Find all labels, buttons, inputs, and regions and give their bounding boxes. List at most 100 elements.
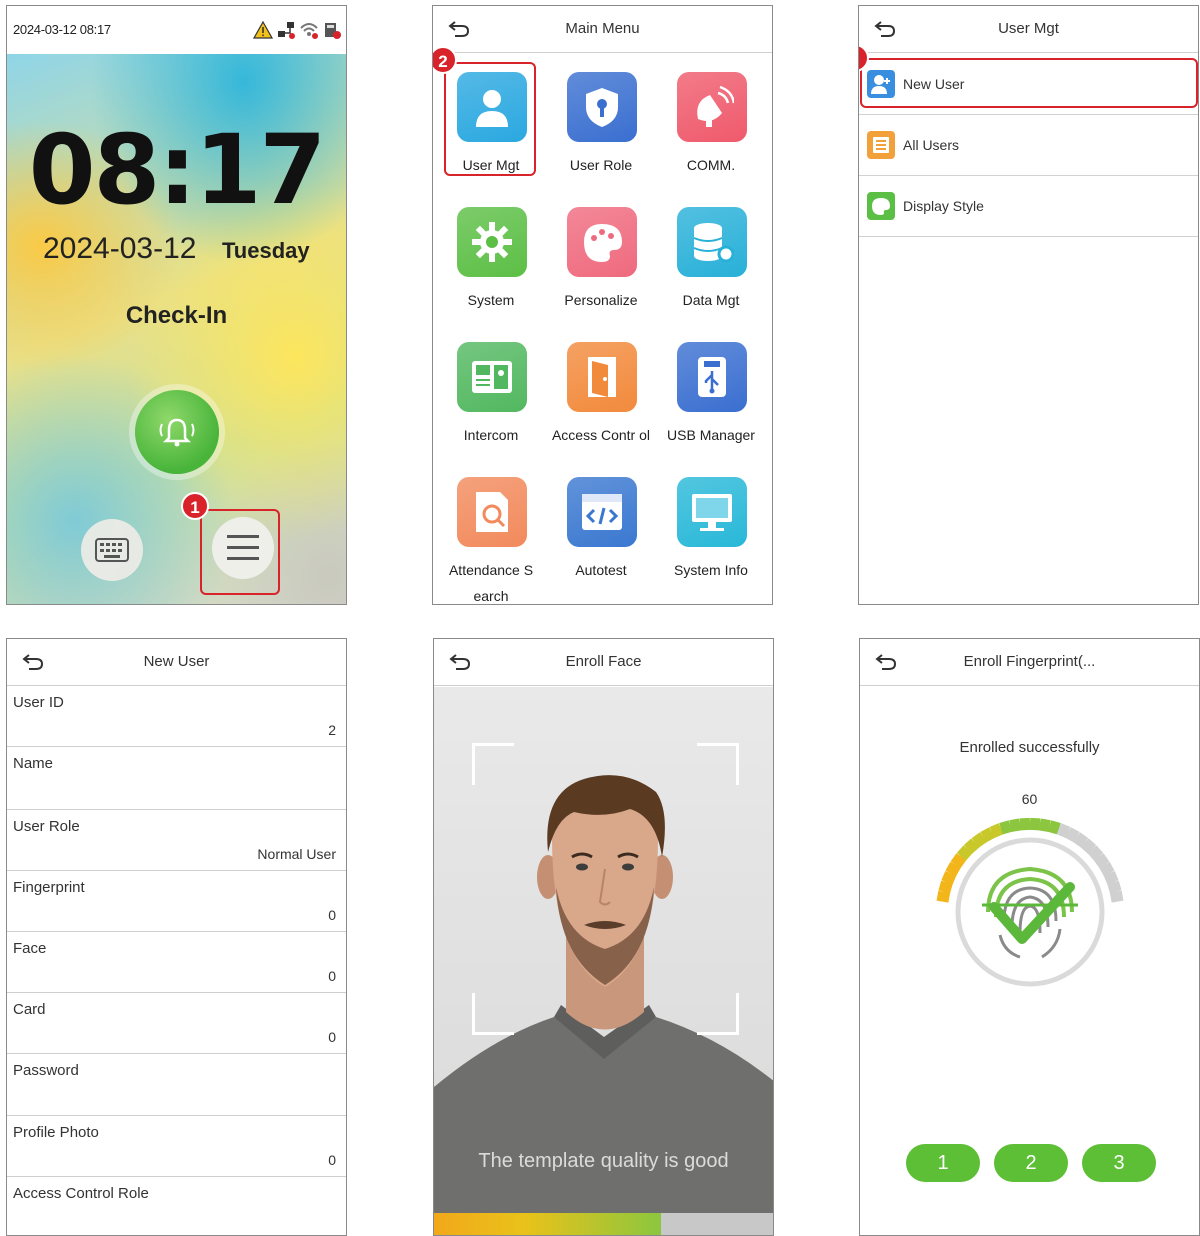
menu-item-label: Intercom (463, 427, 519, 443)
field-profile-photo[interactable]: Profile Photo 0 (7, 1116, 346, 1177)
frame-corner-bl (472, 993, 514, 1035)
fingerprint-gauge (936, 817, 1124, 987)
menu-item-data-mgt[interactable]: Data Mgt (655, 191, 767, 321)
shield-icon (567, 72, 637, 142)
menu-item-label: User Role (569, 157, 633, 173)
back-icon[interactable] (874, 652, 898, 672)
wifi-icon (300, 23, 318, 39)
field-user-role[interactable]: User Role Normal User (7, 810, 346, 871)
title-bar: Enroll Fingerprint(... (860, 639, 1199, 686)
palette-icon (567, 207, 637, 277)
field-fingerprint[interactable]: Fingerprint 0 (7, 871, 346, 932)
list-item-display-style[interactable]: Display Style (859, 176, 1198, 237)
menu-item-user-role[interactable]: User Role (545, 56, 657, 186)
menu-item-label: System Info (674, 562, 748, 578)
field-label: User ID (13, 694, 64, 711)
field-label: Profile Photo (13, 1124, 99, 1141)
frame-corner-tr (697, 743, 739, 785)
title-bar: Main Menu (433, 6, 772, 53)
gear-icon (457, 207, 527, 277)
keyboard-icon (95, 538, 129, 562)
field-label: Name (13, 755, 54, 772)
list-item-all-users[interactable]: All Users (859, 115, 1198, 176)
field-face[interactable]: Face 0 (7, 932, 346, 993)
code-window-icon (567, 477, 637, 547)
clock: 08:17 (28, 114, 327, 226)
field-label: Password (13, 1062, 79, 1079)
menu-item-usb-manager[interactable]: USB Manager (655, 326, 767, 456)
back-icon[interactable] (448, 652, 472, 672)
frame-corner-tl (472, 743, 514, 785)
menu-item-label: System (467, 292, 515, 308)
gauge-tick (1009, 818, 1022, 832)
keyboard-button[interactable] (81, 519, 143, 581)
step-badge: 1 (181, 492, 209, 520)
new-user-screen: New User User ID 2 Name User Role Normal Use… (6, 638, 347, 1236)
field-label: Face (13, 940, 47, 957)
menu-item-system-info[interactable]: System Info (655, 461, 767, 591)
quality-hint: The template quality is good (478, 1150, 729, 1172)
main-menu-screen: Main Menu User Mgt User Role COMM. System Pe… (432, 5, 773, 605)
back-icon[interactable] (21, 652, 45, 672)
menu-item-access-contr-ol[interactable]: Access Contr ol (545, 326, 657, 456)
menu-item-label: USB Manager (667, 427, 755, 443)
field-name[interactable]: Name (7, 747, 346, 810)
field-value: 0 (328, 1152, 336, 1168)
weekday-display: Tuesday (222, 238, 310, 263)
new-user-highlight (860, 58, 1198, 108)
menu-item-label: Autotest (575, 562, 627, 578)
menu-item-label: COMM. (686, 157, 736, 173)
quality-score: 60 (1021, 791, 1038, 807)
status-datetime: 2024-03-12 08:17 (13, 22, 111, 37)
menu-item-intercom[interactable]: Intercom (435, 326, 547, 456)
network-icon (278, 22, 295, 39)
frame-corner-br (697, 993, 739, 1035)
display-style-icon (867, 192, 895, 220)
usb-icon (677, 342, 747, 412)
intercom-icon (457, 342, 527, 412)
list-item-label: Display Style (903, 198, 984, 214)
menu-item-label: Access Contr ol (551, 427, 651, 443)
page-title: Enroll Face (565, 653, 642, 670)
gauge-tick (1019, 817, 1031, 831)
field-card[interactable]: Card 0 (7, 993, 346, 1054)
field-password[interactable]: Password (7, 1054, 346, 1116)
attendance-state: Check-In (125, 302, 228, 329)
menu-item-label: Personalize (564, 292, 638, 308)
field-label: Access Control Role (13, 1185, 149, 1202)
doorbell-button[interactable] (135, 390, 219, 474)
home-screen: 2024-03-12 08:17 08:17 2024-03-12 Tuesda… (6, 5, 347, 605)
quality-bar-fill (434, 1213, 662, 1235)
enroll-fingerprint-screen: Enroll Fingerprint(... Enrolled successf… (859, 638, 1200, 1236)
menu-item-label: Attendance S earch (448, 562, 534, 604)
menu-item-label: Data Mgt (682, 292, 740, 308)
database-icon (677, 207, 747, 277)
field-label: Fingerprint (13, 879, 85, 896)
menu-item-attendance-s-earch[interactable]: Attendance S earch (435, 461, 547, 604)
page-title: Main Menu (565, 20, 640, 37)
back-icon[interactable] (447, 19, 471, 39)
storage-icon (325, 23, 341, 39)
menu-highlight (200, 509, 280, 595)
document-search-icon (457, 477, 527, 547)
title-bar: User Mgt (859, 6, 1198, 53)
title-bar: New User (7, 639, 346, 686)
gauge-tick (1109, 890, 1124, 903)
menu-item-system[interactable]: System (435, 191, 547, 321)
menu-item-personalize[interactable]: Personalize (545, 191, 657, 321)
menu-item-comm[interactable]: COMM. (655, 56, 767, 186)
field-user-id[interactable]: User ID 2 (7, 686, 346, 747)
field-value: Normal User (257, 846, 336, 862)
monitor-icon (677, 477, 747, 547)
field-value: 0 (328, 907, 336, 923)
back-icon[interactable] (873, 19, 897, 39)
menu-item-autotest[interactable]: Autotest (545, 461, 657, 591)
field-access-control-role[interactable]: Access Control Role (7, 1177, 346, 1235)
enroll-message: Enrolled successfully (959, 739, 1100, 756)
list-item-label: All Users (903, 137, 960, 153)
user-mgt-highlight (444, 62, 536, 176)
field-value: 0 (328, 1029, 336, 1045)
enroll-face-screen: Enroll Face The template quality is good (433, 638, 774, 1236)
gauge-tick (1029, 817, 1041, 831)
bell-icon (159, 418, 195, 447)
